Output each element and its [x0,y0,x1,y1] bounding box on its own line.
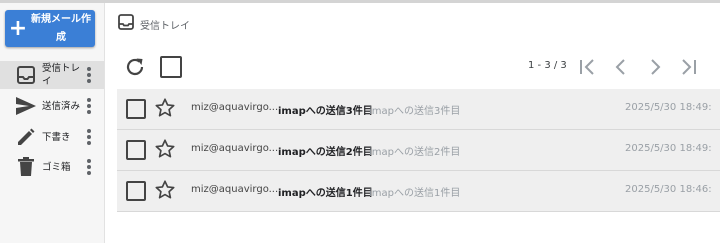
row-checkbox[interactable] [126,181,146,201]
row-checkbox[interactable] [126,99,146,119]
send-icon [14,94,38,118]
message-date: 2025/5/30 18:49: [625,102,712,113]
message-subject: imapへの送信2件目 [278,147,373,158]
message-subject: imapへの送信1件目 [278,188,373,199]
sidebar-item-label: 送信済み [42,100,81,112]
inbox-icon [14,63,38,87]
row-checkbox[interactable] [126,140,146,160]
pagination-text: 1 - 3 / 3 [528,60,567,71]
select-all-checkbox[interactable] [160,56,182,78]
message-snippet: imapへの送信1件目 [369,188,461,199]
message-row[interactable]: miz@aquavirgo... imapへの送信2件目 imapへの送信2件目… [117,130,720,171]
message-date: 2025/5/30 18:49: [625,143,712,154]
star-icon[interactable] [154,179,176,201]
next-page-icon[interactable] [644,56,666,78]
message-row[interactable]: miz@aquavirgo... imapへの送信3件目 imapへの送信3件目… [117,89,720,130]
message-list: miz@aquavirgo... imapへの送信3件目 imapへの送信3件目… [117,89,720,212]
message-row[interactable]: miz@aquavirgo... imapへの送信1件目 imapへの送信1件目… [117,171,720,212]
refresh-icon[interactable] [124,56,146,78]
sidebar: + 新規メール作成 受信トレイ 送信済み 下書き ゴミ箱 [0,3,105,243]
more-options-icon[interactable] [84,129,94,145]
star-icon[interactable] [154,97,176,119]
sidebar-item-inbox[interactable]: 受信トレイ [0,61,104,89]
message-sender: miz@aquavirgo... [191,102,279,113]
pencil-icon [14,125,38,149]
message-sender: miz@aquavirgo... [191,143,279,154]
inbox-icon [118,14,134,34]
message-sender: miz@aquavirgo... [191,184,279,195]
sidebar-item-label: ゴミ箱 [42,161,71,173]
message-date: 2025/5/30 18:46: [625,184,712,195]
previous-page-icon[interactable] [610,56,632,78]
top-border [0,0,720,3]
mail-toolbar: 1 - 3 / 3 [116,54,720,80]
more-options-icon[interactable] [84,159,94,175]
sidebar-item-sent[interactable]: 送信済み [0,92,104,120]
message-snippet: imapへの送信2件目 [369,147,461,158]
compose-label: 新規メール作成 [31,13,91,43]
first-page-icon[interactable] [576,56,598,78]
plus-icon: + [8,15,28,41]
breadcrumb-label: 受信トレイ [140,20,190,32]
more-options-icon[interactable] [84,67,94,83]
more-options-icon[interactable] [84,98,94,114]
sidebar-item-label: 下書き [42,131,71,143]
message-subject: imapへの送信3件目 [278,106,373,117]
breadcrumb: 受信トレイ [118,14,190,34]
compose-button[interactable]: + 新規メール作成 [5,10,95,47]
sidebar-item-trash[interactable]: ゴミ箱 [0,153,104,181]
sidebar-item-label: 受信トレイ [42,63,81,87]
trash-icon [14,155,38,179]
last-page-icon[interactable] [678,56,700,78]
sidebar-item-drafts[interactable]: 下書き [0,123,104,151]
message-snippet: imapへの送信3件目 [369,106,461,117]
star-icon[interactable] [154,138,176,160]
